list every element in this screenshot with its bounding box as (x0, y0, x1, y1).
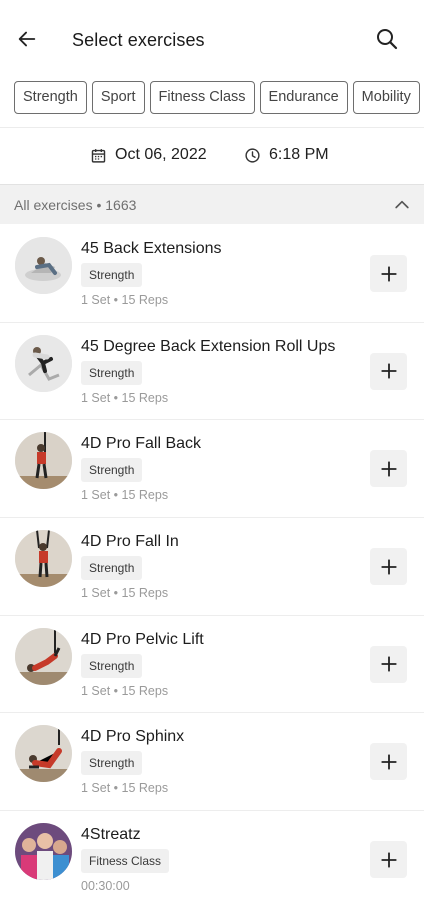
add-exercise-button[interactable] (370, 743, 407, 781)
filter-chip-sport[interactable]: Sport (91, 81, 145, 114)
search-button[interactable] (372, 24, 402, 54)
date-picker[interactable]: Oct 06, 2022 (90, 146, 207, 164)
plus-icon (380, 265, 397, 282)
category-tag: Fitness Class (81, 849, 170, 874)
page-title: Select exercises (72, 30, 205, 50)
exercise-image (15, 627, 72, 685)
add-exercise-button[interactable] (370, 841, 407, 879)
category-tag: Strength (81, 653, 143, 678)
exercise-row[interactable]: 4D Pro Pelvic Lift Strength 1 Set • 15 R… (0, 616, 424, 714)
plus-icon (380, 461, 397, 477)
search-icon (377, 29, 398, 50)
filter-chips: Strength Sport Fitness Class Endurance Mobil… (14, 81, 424, 115)
exercise-row[interactable]: 45 Back Extensions Strength 1 Set • 15 R… (0, 225, 424, 323)
time-value: 6:18 PM (269, 146, 329, 163)
plus-icon (380, 363, 397, 379)
add-exercise-button[interactable] (370, 450, 407, 488)
time-picker[interactable]: 6:18 PM (244, 146, 329, 164)
filter-chip-mobility[interactable]: Mobility (352, 81, 420, 114)
category-tag: Strength (81, 360, 143, 385)
add-exercise-button[interactable] (370, 645, 407, 683)
plus-icon (380, 656, 397, 672)
exercise-meta: 1 Set • 15 Reps (81, 390, 169, 405)
exercise-meta: 1 Set • 15 Reps (81, 781, 169, 796)
section-header[interactable]: All exercises • 1663 (0, 184, 424, 224)
exercise-name: 4D Pro Fall In (81, 533, 179, 551)
back-button[interactable] (12, 24, 42, 54)
plus-icon (380, 558, 397, 575)
divider (0, 127, 424, 128)
exercise-image (15, 237, 72, 294)
date-value: Oct 06, 2022 (115, 146, 207, 163)
filter-chip-strength[interactable]: Strength (14, 81, 87, 114)
exercise-meta: 1 Set • 15 Reps (81, 293, 169, 307)
plus-icon (380, 754, 397, 770)
exercise-thumbnail (15, 823, 72, 881)
exercise-name: 45 Back Extensions (81, 240, 222, 257)
top-app-bar: Select exercises (0, 0, 424, 80)
exercise-name: 4D Pro Pelvic Lift (81, 630, 204, 648)
exercise-row[interactable]: 4D Pro Sphinx Strength 1 Set • 15 Reps (0, 713, 424, 812)
exercise-thumbnail (15, 530, 72, 588)
calendar-icon (91, 148, 106, 163)
exercise-row[interactable]: 4D Pro Fall In Strength 1 Set • 15 Reps (0, 518, 424, 616)
exercise-thumbnail (15, 237, 72, 294)
exercise-image (15, 823, 72, 881)
datetime-bar: Oct 06, 2022 6:18 PM (0, 140, 424, 174)
exercise-list: 45 Back Extensions Strength 1 Set • 15 R… (0, 225, 424, 900)
filter-chip-fitness-class[interactable]: Fitness Class (149, 81, 255, 114)
add-exercise-button[interactable] (370, 548, 407, 586)
category-tag: Strength (81, 263, 143, 287)
exercise-image (15, 334, 72, 392)
exercise-image (15, 725, 72, 783)
plus-icon (380, 851, 397, 868)
exercise-row[interactable]: 4Streatz Fitness Class 00:30:00 (0, 811, 424, 900)
chevron-up-icon[interactable] (392, 195, 412, 215)
exercise-meta: 1 Set • 15 Reps (81, 683, 169, 698)
section-label: All exercises • 1663 (14, 197, 137, 213)
category-tag: Strength (81, 556, 143, 581)
exercise-thumbnail (15, 627, 72, 685)
exercise-meta: 00:30:00 (81, 879, 130, 894)
category-tag: Strength (81, 458, 143, 483)
filter-chip-endurance[interactable]: Endurance (259, 81, 348, 114)
exercise-meta: 1 Set • 15 Reps (81, 586, 169, 601)
exercise-thumbnail (15, 334, 72, 392)
exercise-image (15, 530, 72, 588)
add-exercise-button[interactable] (370, 255, 407, 292)
exercise-meta: 1 Set • 15 Reps (81, 488, 169, 503)
exercise-name: 4D Pro Sphinx (81, 728, 185, 746)
clock-icon (245, 147, 260, 163)
category-tag: Strength (81, 751, 143, 776)
exercise-thumbnail (15, 432, 72, 490)
exercise-name: 4D Pro Fall Back (81, 435, 202, 453)
exercise-row[interactable]: 4D Pro Fall Back Strength 1 Set • 15 Rep… (0, 420, 424, 519)
arrow-left-icon (18, 31, 36, 47)
exercise-row[interactable]: 45 Degree Back Extension Roll Ups Streng… (0, 323, 424, 421)
exercise-name: 45 Degree Back Extension Roll Ups (81, 337, 336, 355)
exercise-name: 4Streatz (81, 826, 141, 844)
exercise-image (15, 432, 72, 490)
exercise-thumbnail (15, 725, 72, 783)
add-exercise-button[interactable] (370, 352, 407, 390)
